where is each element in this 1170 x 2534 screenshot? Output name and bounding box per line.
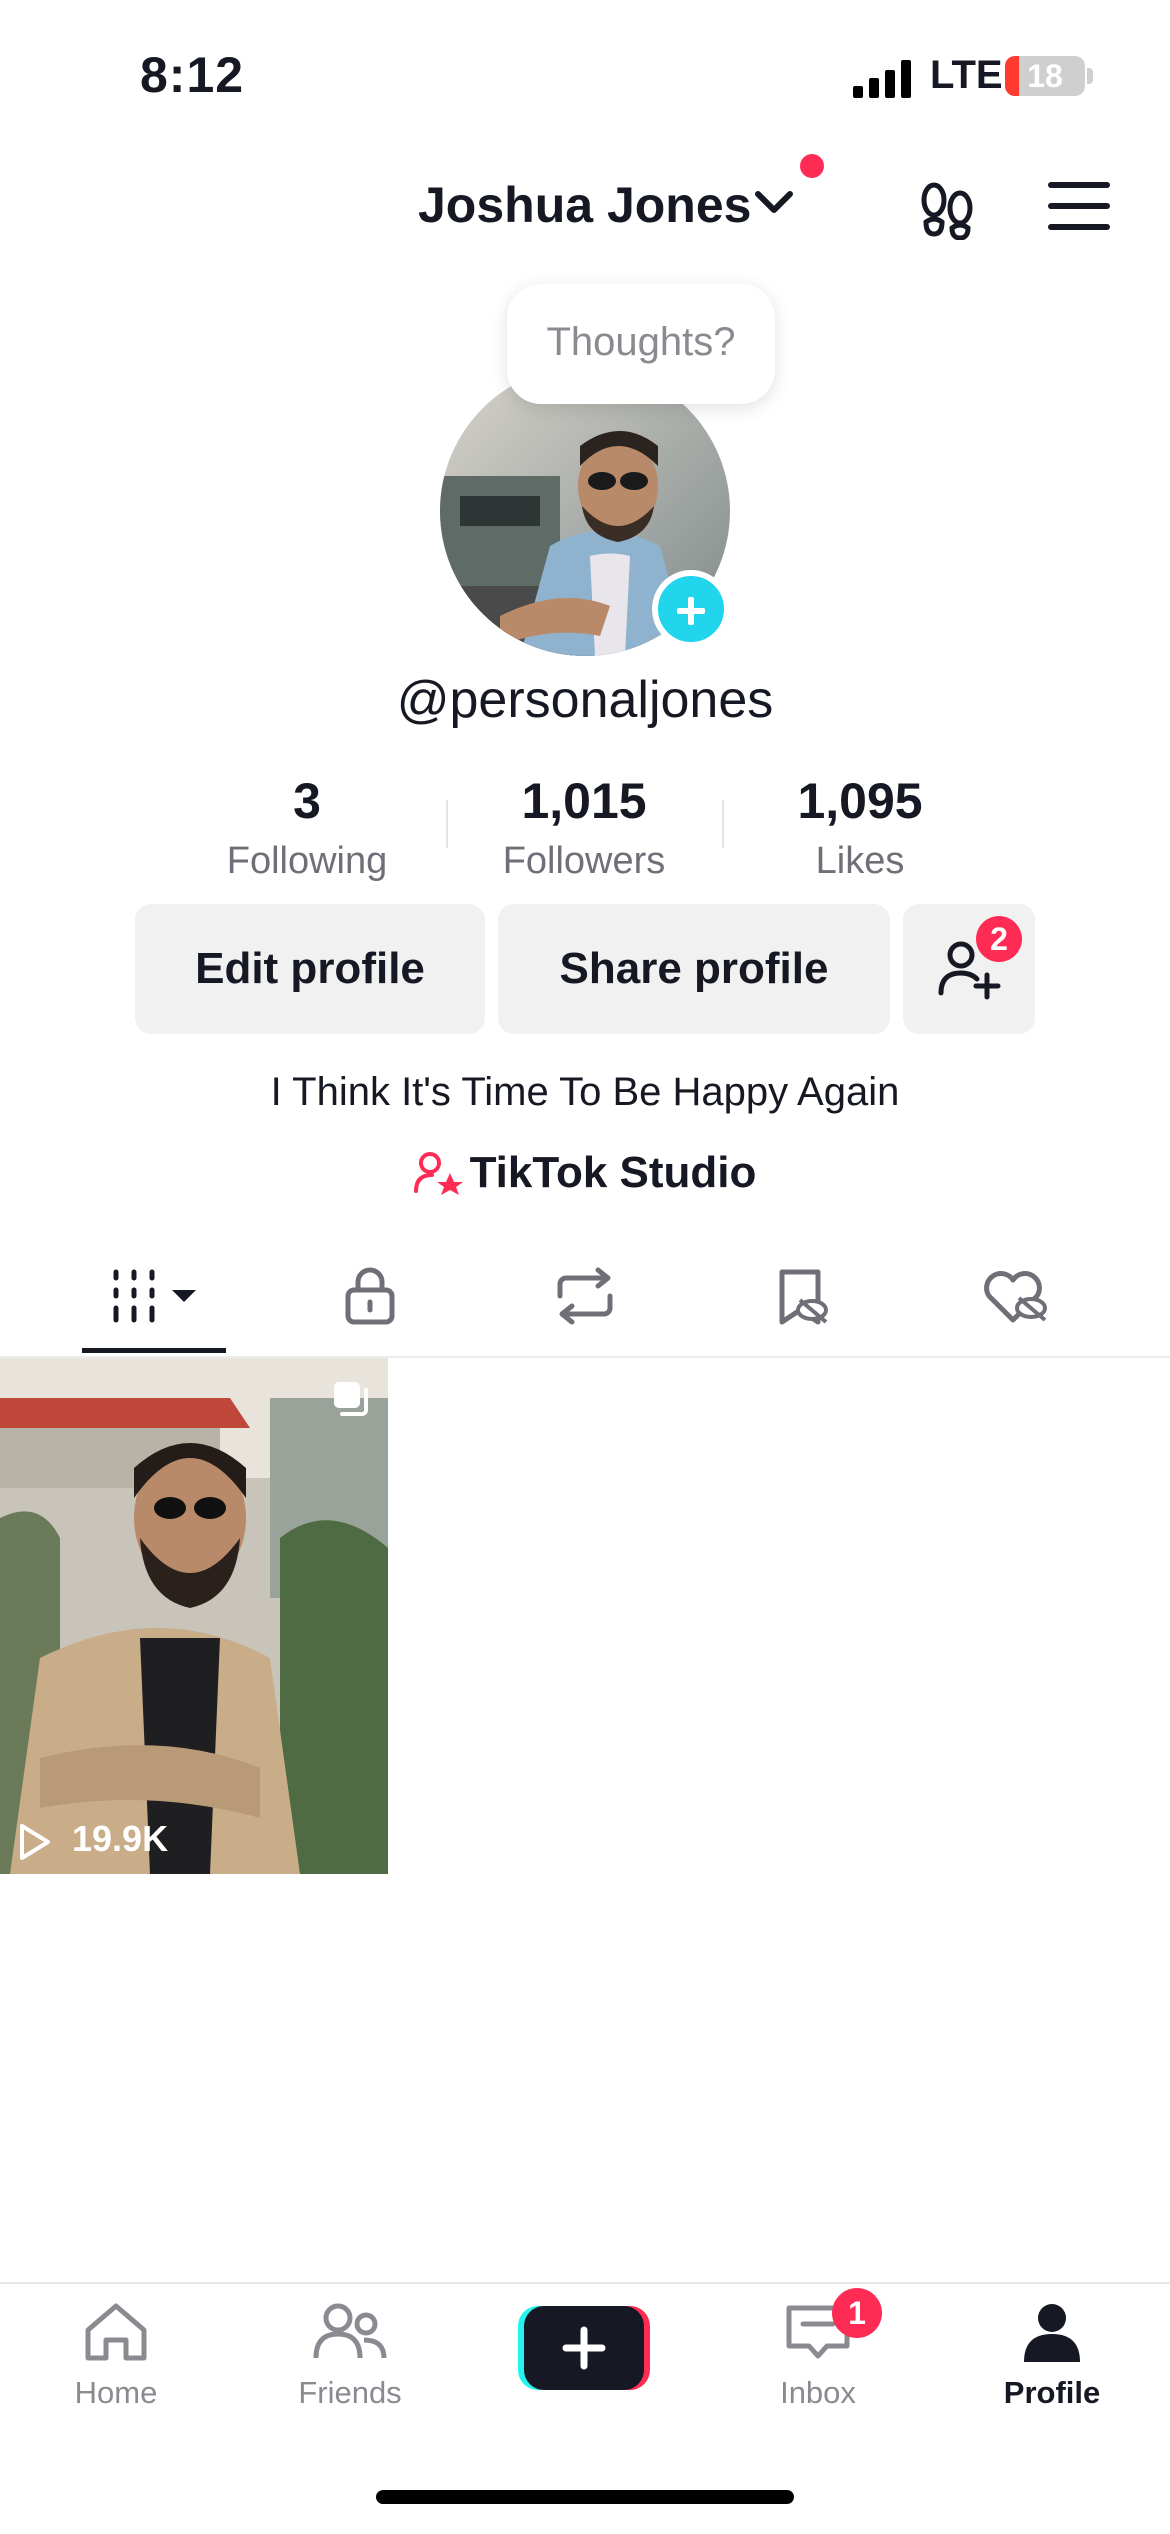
edit-profile-button[interactable]: Edit profile [135, 904, 485, 1034]
stat-likes[interactable]: 1,095 Likes [745, 772, 975, 883]
videos-grid-icon [113, 1269, 196, 1323]
nav-home-label: Home [74, 2375, 158, 2410]
cellular-signal-icon [853, 60, 913, 98]
network-type: LTE [930, 53, 1003, 97]
plus-icon [562, 2326, 606, 2370]
footprint-icon[interactable] [916, 180, 980, 240]
tab-private[interactable] [320, 1256, 420, 1336]
creator-star-icon [413, 1152, 463, 1195]
view-count: 19.9K [72, 1818, 169, 1859]
tiktok-studio-link[interactable]: TikTok Studio [0, 1148, 1170, 1198]
username: @personaljones [396, 671, 774, 729]
tab-saved[interactable] [752, 1256, 852, 1336]
stat-value: 1,095 [797, 773, 923, 829]
nav-friends-label: Friends [298, 2375, 402, 2410]
video-thumbnail-image [0, 1358, 388, 1874]
lock-icon [345, 1267, 395, 1325]
nav-inbox-label: Inbox [780, 2375, 856, 2410]
menu-icon[interactable] [1048, 182, 1110, 230]
active-tab-indicator [82, 1348, 226, 1353]
multi-photo-icon [334, 1382, 368, 1416]
add-story-icon[interactable] [652, 570, 730, 648]
nav-home[interactable]: Home [16, 2300, 216, 2411]
video-thumbnail[interactable] [0, 1358, 388, 1874]
stat-divider [446, 800, 448, 848]
stat-following[interactable]: 3 Following [192, 772, 422, 883]
inbox-badge: 1 [832, 2288, 882, 2338]
nav-inbox[interactable]: Inbox [718, 2300, 918, 2411]
home-icon [85, 2303, 147, 2361]
friends-icon [313, 2303, 387, 2359]
stat-label: Likes [815, 840, 905, 882]
battery-cap [1087, 68, 1093, 84]
chevron-down-icon[interactable] [752, 188, 796, 218]
stat-label: Following [226, 840, 388, 882]
nav-profile[interactable]: Profile [952, 2300, 1152, 2411]
create-button[interactable] [518, 2306, 650, 2390]
stat-label: Followers [502, 840, 666, 882]
tab-liked[interactable] [966, 1256, 1066, 1336]
liked-hidden-icon [984, 1271, 1047, 1323]
share-profile-button[interactable]: Share profile [498, 904, 890, 1034]
saved-hidden-icon [779, 1269, 828, 1325]
stat-divider [722, 800, 724, 848]
stat-value: 1,015 [521, 773, 647, 829]
profile-icon [1024, 2304, 1080, 2362]
tab-reposts[interactable] [535, 1256, 635, 1336]
tiktok-studio-label: TikTok Studio [469, 1148, 757, 1197]
repost-icon [557, 1267, 613, 1325]
nav-profile-label: Profile [1003, 2375, 1101, 2410]
stat-value: 3 [293, 773, 321, 829]
battery-icon: 18 [1005, 56, 1085, 96]
stat-followers[interactable]: 1,015 Followers [469, 772, 699, 883]
notification-dot [800, 154, 824, 178]
tab-videos[interactable] [104, 1256, 204, 1336]
status-time: 8:12 [140, 47, 245, 103]
account-switcher-name[interactable]: Joshua Jones [418, 176, 751, 234]
nav-friends[interactable]: Friends [250, 2300, 450, 2411]
battery-level: 18 [1027, 58, 1063, 94]
thought-bubble-text: Thoughts? [546, 320, 736, 364]
friends-badge: 2 [976, 916, 1022, 962]
bio-text: I Think It's Time To Be Happy Again [270, 1070, 900, 1114]
play-icon [20, 1824, 50, 1860]
home-indicator [376, 2490, 794, 2504]
